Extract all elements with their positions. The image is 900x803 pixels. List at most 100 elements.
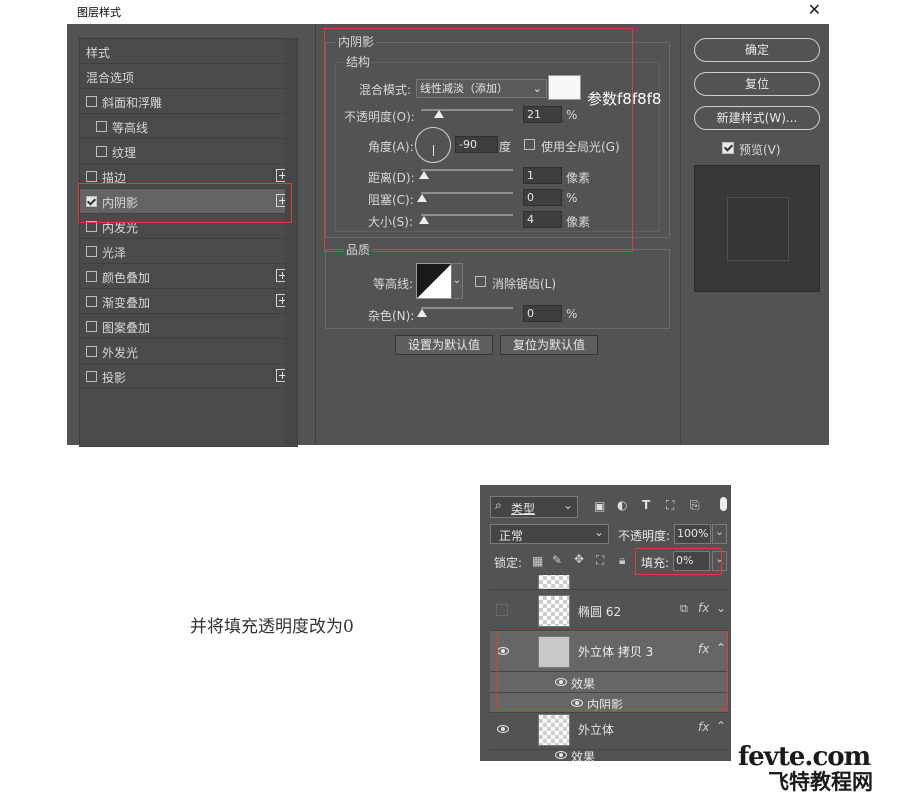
layer-blend-value: 正常: [499, 529, 524, 543]
style-item-label: 投影: [102, 371, 127, 385]
style-item[interactable]: 纹理: [80, 139, 297, 164]
blend-mode-select[interactable]: 正常 ⌄: [490, 524, 609, 544]
style-item[interactable]: 投影: [80, 364, 297, 389]
style-item-checkbox[interactable]: [96, 121, 107, 132]
highlight-structure-settings: [324, 28, 633, 252]
style-item-checkbox[interactable]: [86, 246, 97, 257]
lock-move-icon[interactable]: ✥: [574, 552, 584, 566]
layer-thumbnail: [538, 595, 570, 627]
antialias-label: 消除锯齿(L): [492, 277, 557, 291]
layer-filter-value: 类型: [511, 502, 536, 516]
caption-text: 并将填充透明度改为0: [190, 617, 354, 637]
preview-square: [727, 197, 789, 261]
style-item-label: 外发光: [102, 346, 139, 360]
contour-preview[interactable]: [416, 263, 452, 299]
style-item-label: 颜色叠加: [102, 271, 151, 285]
image-filter-icon[interactable]: ▣: [594, 499, 605, 513]
close-icon[interactable]: ✕: [808, 0, 821, 19]
noise-slider-thumb[interactable]: [417, 309, 427, 317]
lock-label: 锁定:: [494, 556, 523, 570]
style-item-checkbox[interactable]: [86, 171, 97, 182]
style-item[interactable]: 外发光: [80, 339, 297, 364]
noise-input[interactable]: 0: [523, 305, 562, 322]
noise-slider-track[interactable]: [421, 307, 513, 309]
link-icon: ⧉: [680, 602, 688, 615]
chevron-down-icon: ⌄: [562, 498, 573, 512]
type-filter-icon[interactable]: T: [642, 498, 650, 512]
lock-transparent-icon[interactable]: ▦: [532, 554, 543, 568]
style-item-label: 光泽: [102, 246, 127, 260]
effects-row[interactable]: 效果: [490, 748, 728, 761]
blend-options-item[interactable]: 混合选项: [80, 64, 297, 89]
dialog-title: 图层样式: [77, 6, 121, 19]
layer-opacity-input[interactable]: 100%: [674, 524, 711, 544]
style-item-label: 等高线: [112, 121, 149, 135]
visibility-off-icon[interactable]: [496, 604, 508, 616]
chevron-down-icon[interactable]: ⌄: [716, 601, 726, 615]
preview-label: 预览(V): [739, 143, 781, 157]
style-item[interactable]: 颜色叠加: [80, 264, 297, 289]
styles-scrollbar[interactable]: [285, 38, 297, 445]
fx-icon[interactable]: fx: [698, 601, 709, 615]
style-preview: [694, 165, 820, 292]
style-item-label: 图案叠加: [102, 321, 151, 335]
new-style-button[interactable]: 新建样式(W)...: [694, 106, 820, 130]
style-item[interactable]: 渐变叠加: [80, 289, 297, 314]
styles-header-label: 样式: [86, 46, 111, 60]
dialog-titlebar: 图层样式 ✕: [67, 0, 829, 24]
style-item-checkbox[interactable]: [96, 146, 107, 157]
layer-row[interactable]: 外立体 fx ⌃: [490, 709, 728, 750]
styles-header[interactable]: 样式: [80, 39, 297, 64]
layer-row-partial[interactable]: [490, 575, 728, 590]
style-item[interactable]: 图案叠加: [80, 314, 297, 339]
style-item-label: 纹理: [112, 146, 137, 160]
style-item[interactable]: 等高线: [80, 114, 297, 139]
preview-checkbox[interactable]: [722, 142, 734, 154]
style-item-checkbox[interactable]: [86, 271, 97, 282]
contour-chevron-down-icon[interactable]: ⌄: [451, 263, 463, 299]
layer-filter-select[interactable]: ⌕ 类型 ⌄: [490, 496, 578, 518]
style-item[interactable]: 光泽: [80, 239, 297, 264]
blend-options-label: 混合选项: [86, 71, 135, 85]
filter-toggle[interactable]: [720, 497, 727, 511]
layer-thumbnail: [538, 714, 570, 746]
style-item-label: 渐变叠加: [102, 296, 151, 310]
noise-label: 杂色(N):: [368, 309, 415, 323]
style-item-checkbox[interactable]: [86, 96, 97, 107]
fx-icon[interactable]: fx: [698, 720, 709, 734]
antialias-checkbox[interactable]: [475, 276, 486, 287]
effects-eye-icon[interactable]: [555, 751, 567, 759]
smart-object-filter-icon[interactable]: ⎘: [690, 498, 700, 513]
quality-title: 品质: [344, 241, 373, 258]
layer-name: 外立体: [578, 723, 615, 737]
highlight-inner-shadow-item: [78, 183, 292, 223]
reset-button[interactable]: 复位: [694, 72, 820, 96]
lock-brush-icon[interactable]: ✎: [552, 553, 562, 567]
styles-list: 样式 混合选项 斜面和浮雕 等高线 纹理 描边 内阴影 内发光 光泽 颜色叠加 渐变叠加 图案叠加…: [79, 38, 298, 447]
highlight-fill: [635, 548, 722, 575]
watermark-site-name: 飞特教程网: [768, 770, 873, 794]
layer-row[interactable]: 椭圆 62 ⧉ fx ⌄: [490, 590, 728, 631]
layer-opacity-label: 不透明度:: [618, 529, 671, 543]
shape-filter-icon[interactable]: ⛶: [666, 498, 674, 513]
lock-all-icon[interactable]: 🔒︎: [619, 553, 625, 568]
highlight-layer: [497, 631, 728, 710]
style-item-checkbox[interactable]: [86, 371, 97, 382]
lock-artboard-icon[interactable]: ⛶: [596, 553, 604, 568]
reset-default-button[interactable]: 复位为默认值: [500, 335, 598, 355]
style-item-checkbox[interactable]: [86, 321, 97, 332]
style-item[interactable]: 斜面和浮雕: [80, 89, 297, 114]
contour-label: 等高线:: [373, 277, 414, 291]
search-icon: ⌕: [495, 498, 502, 512]
style-item-checkbox[interactable]: [86, 346, 97, 357]
style-item-label: 斜面和浮雕: [102, 96, 163, 110]
layers-panel: ⌕ 类型 ⌄ ▣ ◐ T ⛶ ⎘ 正常 ⌄ 不透明度: 100% ⌄ 锁定: ▦…: [480, 485, 731, 761]
style-item-checkbox[interactable]: [86, 296, 97, 307]
chevron-up-icon[interactable]: ⌃: [716, 719, 726, 733]
visibility-eye-icon[interactable]: [497, 725, 509, 733]
adjustment-filter-icon[interactable]: ◐: [617, 498, 627, 512]
chevron-down-icon[interactable]: ⌄: [712, 524, 727, 544]
make-default-button[interactable]: 设置为默认值: [395, 335, 493, 355]
effects-label: 效果: [571, 750, 596, 761]
ok-button[interactable]: 确定: [694, 38, 820, 62]
